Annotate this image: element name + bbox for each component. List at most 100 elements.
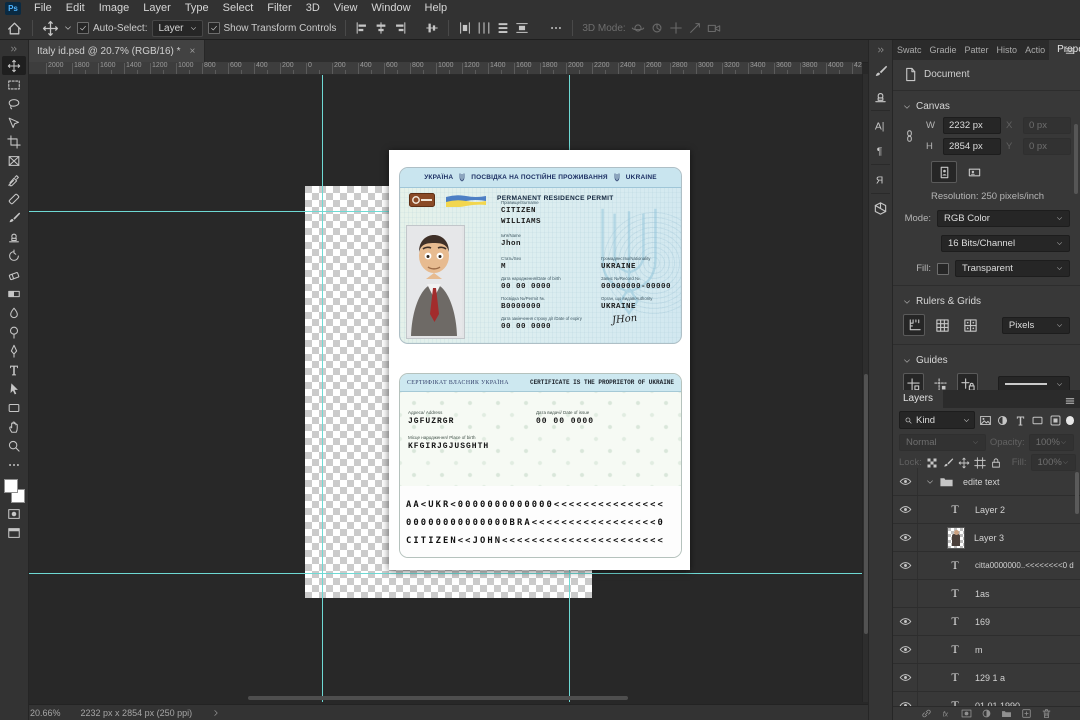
document-tab[interactable]: Italy id.psd @ 20.7% (RGB/16) * × [28, 40, 206, 62]
tab-actio[interactable]: Actio [1021, 40, 1049, 60]
eyedropper-tool[interactable] [2, 170, 26, 189]
character-panel-icon[interactable]: A| [870, 114, 891, 136]
gradient-tool[interactable] [2, 284, 26, 303]
scrollbar-thumb[interactable] [248, 696, 628, 700]
layer-name[interactable]: Layer 3 [974, 533, 1004, 543]
eye-icon[interactable] [893, 468, 918, 495]
eye-icon[interactable] [893, 524, 918, 551]
canvas-section-header[interactable]: Canvas [893, 95, 1080, 115]
width-field[interactable]: 2232 px [943, 117, 1001, 134]
new-layer-icon[interactable] [1021, 708, 1032, 719]
zoom-tool[interactable] [2, 436, 26, 455]
menu-help[interactable]: Help [418, 0, 455, 17]
layer-style-icon[interactable]: fx [941, 708, 952, 719]
portrait-orientation-button[interactable] [931, 161, 957, 183]
layer-row[interactable]: T Layer 2 [893, 496, 1080, 524]
color-swatches[interactable] [2, 478, 26, 504]
rulers-grids-section-header[interactable]: Rulers & Grids [893, 290, 1080, 310]
tab-patter[interactable]: Patter [961, 40, 993, 60]
landscape-orientation-button[interactable] [961, 161, 987, 183]
layer-row[interactable]: T 01.01.1990 [893, 692, 1080, 707]
delete-layer-icon[interactable] [1041, 708, 1052, 719]
quick-mask-icon[interactable] [2, 504, 26, 523]
menu-filter[interactable]: Filter [260, 0, 298, 17]
color-mode-dropdown[interactable]: RGB Color [937, 210, 1070, 227]
distribute-vertical-icon[interactable] [496, 21, 510, 35]
type-layer-thumbnail[interactable]: T [944, 585, 966, 603]
paragraph-panel-icon[interactable]: ¶ [870, 139, 891, 161]
expand-panels-icon[interactable] [869, 43, 892, 57]
align-center-icon[interactable] [374, 21, 388, 35]
lock-artboard-icon[interactable] [974, 456, 986, 469]
history-brush-tool[interactable] [2, 246, 26, 265]
panel-menu-icon[interactable] [1064, 395, 1076, 407]
filter-kind-dropdown[interactable]: Kind [899, 411, 975, 429]
auto-select-target-dropdown[interactable]: Layer [152, 19, 203, 37]
layer-name[interactable]: 1as [975, 589, 990, 599]
distribute-left-icon[interactable] [458, 21, 472, 35]
layer-row[interactable]: Tcitta0000000..<<<<<<<<0 d [893, 552, 1080, 580]
pixel-grid-toggle-button[interactable] [960, 314, 982, 336]
guides-toggle-button[interactable] [903, 373, 924, 390]
menu-select[interactable]: Select [216, 0, 261, 17]
chevron-down-icon[interactable] [64, 24, 72, 32]
align-left-icon[interactable] [355, 21, 369, 35]
scrollbar-thumb[interactable] [1075, 472, 1079, 514]
close-tab-icon[interactable]: × [190, 46, 196, 57]
crop-tool[interactable] [2, 132, 26, 151]
rulers-toggle-button[interactable] [903, 314, 926, 336]
glyphs-panel-icon[interactable]: Я [870, 168, 891, 190]
edit-toolbar-icon[interactable] [2, 455, 26, 474]
eye-icon[interactable] [893, 636, 918, 663]
tab-layers[interactable]: Layers [893, 390, 944, 408]
fill-checkbox[interactable] [937, 262, 949, 275]
filter-pixel-layers-icon[interactable] [978, 412, 993, 428]
grid-toggle-button[interactable] [931, 314, 953, 336]
layer-name[interactable]: 169 [975, 617, 990, 627]
lock-position-icon[interactable] [958, 457, 970, 469]
filter-adjustment-layers-icon[interactable] [995, 412, 1010, 428]
guide-horizontal-bottom[interactable] [28, 573, 862, 574]
layer-row[interactable]: edite text [893, 468, 1080, 496]
bit-depth-dropdown[interactable]: 16 Bits/Channel [941, 235, 1070, 252]
tab-gradie[interactable]: Gradie [926, 40, 961, 60]
horizontal-scrollbar[interactable] [28, 695, 862, 702]
distribute-center-icon[interactable] [477, 21, 491, 35]
type-layer-thumbnail[interactable]: T [944, 669, 966, 687]
layer-row[interactable]: T 169 [893, 608, 1080, 636]
guide-vertical-left[interactable] [322, 74, 323, 702]
menu-3d[interactable]: 3D [299, 0, 327, 17]
type-layer-thumbnail[interactable]: T [944, 641, 966, 659]
clone-stamp-tool[interactable] [2, 227, 26, 246]
eraser-tool[interactable] [2, 265, 26, 284]
scrollbar-thumb[interactable] [1074, 124, 1078, 194]
menu-type[interactable]: Type [178, 0, 216, 17]
home-icon[interactable] [6, 20, 23, 37]
move-tool[interactable] [2, 56, 26, 75]
status-options-icon[interactable] [212, 709, 220, 717]
menu-file[interactable]: File [27, 0, 59, 17]
filter-type-layers-icon[interactable] [1013, 412, 1028, 428]
link-layers-icon[interactable] [921, 708, 932, 719]
align-right-icon[interactable] [393, 21, 407, 35]
blur-tool[interactable] [2, 303, 26, 322]
lock-transparency-icon[interactable] [926, 457, 938, 469]
object-select-tool[interactable] [2, 113, 26, 132]
type-layer-thumbnail[interactable]: T [944, 501, 966, 519]
foreground-color-swatch[interactable] [4, 479, 18, 493]
layer-name[interactable]: m [975, 645, 983, 655]
toolbar-collapse-icon[interactable] [0, 42, 28, 56]
tab-histo[interactable]: Histo [993, 40, 1022, 60]
menu-window[interactable]: Window [364, 0, 417, 17]
panel-menu-icon[interactable] [1064, 45, 1076, 57]
show-transform-checkbox[interactable]: Show Transform Controls [207, 22, 336, 34]
zoom-level[interactable]: 20.66% [30, 708, 61, 718]
menu-layer[interactable]: Layer [136, 0, 178, 17]
height-field[interactable]: 2854 px [943, 138, 1001, 155]
healing-tool[interactable] [2, 189, 26, 208]
filter-shape-layers-icon[interactable] [1031, 412, 1046, 428]
type-layer-thumbnail[interactable]: T [944, 557, 966, 575]
tab-swatc[interactable]: Swatc [893, 40, 926, 60]
menu-view[interactable]: View [327, 0, 365, 17]
layer-row[interactable]: T 129 1 a [893, 664, 1080, 692]
